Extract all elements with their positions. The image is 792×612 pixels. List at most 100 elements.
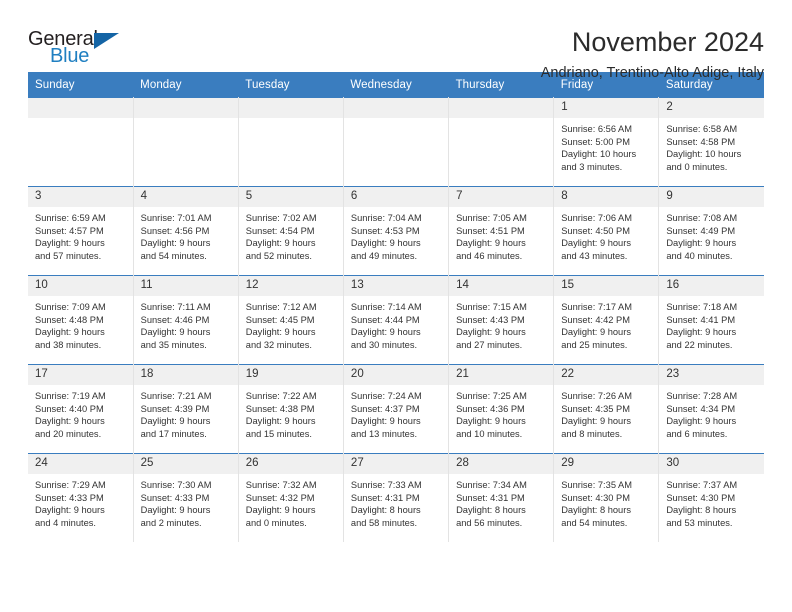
day-cell[interactable]: 29 Sunrise: 7:35 AM Sunset: 4:30 PM Dayl…	[553, 453, 660, 542]
day-cell[interactable]: 24 Sunrise: 7:29 AM Sunset: 4:33 PM Dayl…	[28, 453, 134, 542]
day-cell[interactable]: 2 Sunrise: 6:58 AM Sunset: 4:58 PM Dayli…	[658, 97, 764, 187]
day-number	[133, 98, 238, 118]
sunrise-text: Sunrise: 6:56 AM	[561, 124, 633, 134]
sunrise-text: Sunrise: 7:14 AM	[350, 302, 422, 312]
day-number: 2	[659, 98, 764, 118]
day-cell[interactable]: 8 Sunrise: 7:06 AM Sunset: 4:50 PM Dayli…	[553, 186, 660, 276]
sunrise-text: Sunrise: 7:26 AM	[561, 391, 633, 401]
day-cell[interactable]: 28 Sunrise: 7:34 AM Sunset: 4:31 PM Dayl…	[448, 453, 555, 542]
day-details: Sunrise: 7:15 AM Sunset: 4:43 PM Dayligh…	[449, 296, 553, 351]
sunrise-text: Sunrise: 7:25 AM	[456, 391, 527, 401]
week-row: 10 Sunrise: 7:09 AM Sunset: 4:48 PM Dayl…	[28, 275, 764, 365]
day-cell[interactable]: 10 Sunrise: 7:09 AM Sunset: 4:48 PM Dayl…	[28, 275, 134, 365]
sunrise-text: Sunrise: 7:04 AM	[350, 213, 422, 223]
day-cell[interactable]: 18 Sunrise: 7:21 AM Sunset: 4:39 PM Dayl…	[133, 364, 239, 454]
sunrise-text: Sunrise: 7:33 AM	[350, 480, 422, 490]
daylight-text-line1: Daylight: 9 hours	[35, 505, 105, 516]
day-details: Sunrise: 7:35 AM Sunset: 4:30 PM Dayligh…	[554, 474, 658, 529]
day-number: 3	[28, 187, 133, 207]
daylight-text-line1: Daylight: 9 hours	[666, 327, 737, 338]
sunrise-text: Sunrise: 7:01 AM	[140, 213, 212, 223]
daylight-text-line2: and 40 minutes.	[666, 250, 733, 261]
day-cell[interactable]: 13 Sunrise: 7:14 AM Sunset: 4:44 PM Dayl…	[343, 275, 450, 365]
day-details: Sunrise: 7:06 AM Sunset: 4:50 PM Dayligh…	[554, 207, 658, 262]
day-details: Sunrise: 7:30 AM Sunset: 4:33 PM Dayligh…	[134, 474, 238, 529]
day-details: Sunrise: 6:59 AM Sunset: 4:57 PM Dayligh…	[28, 207, 133, 262]
day-details: Sunrise: 7:34 AM Sunset: 4:31 PM Dayligh…	[449, 474, 553, 529]
day-cell[interactable]: 25 Sunrise: 7:30 AM Sunset: 4:33 PM Dayl…	[133, 453, 239, 542]
daylight-text-line1: Daylight: 9 hours	[35, 327, 105, 338]
day-cell[interactable]	[343, 97, 450, 187]
day-cell[interactable]: 6 Sunrise: 7:04 AM Sunset: 4:53 PM Dayli…	[343, 186, 450, 276]
daylight-text-line2: and 4 minutes.	[35, 517, 96, 528]
daylight-text-line2: and 0 minutes.	[666, 161, 728, 172]
day-cell[interactable]: 26 Sunrise: 7:32 AM Sunset: 4:32 PM Dayl…	[238, 453, 344, 542]
day-number: 24	[28, 454, 133, 474]
day-cell[interactable]: 14 Sunrise: 7:15 AM Sunset: 4:43 PM Dayl…	[448, 275, 555, 365]
day-cell[interactable]: 30 Sunrise: 7:37 AM Sunset: 4:30 PM Dayl…	[658, 453, 764, 542]
day-cell[interactable]: 20 Sunrise: 7:24 AM Sunset: 4:37 PM Dayl…	[343, 364, 450, 454]
sunrise-text: Sunrise: 7:34 AM	[456, 480, 527, 490]
day-cell[interactable]: 16 Sunrise: 7:18 AM Sunset: 4:41 PM Dayl…	[658, 275, 764, 365]
sunset-text: Sunset: 4:49 PM	[666, 225, 736, 236]
day-details: Sunrise: 6:58 AM Sunset: 4:58 PM Dayligh…	[659, 118, 764, 173]
sunrise-text: Sunrise: 7:21 AM	[140, 391, 212, 401]
day-cell[interactable]	[238, 97, 344, 187]
sunrise-text: Sunrise: 7:29 AM	[35, 480, 106, 490]
sunset-text: Sunset: 4:58 PM	[666, 136, 736, 147]
day-cell[interactable]: 15 Sunrise: 7:17 AM Sunset: 4:42 PM Dayl…	[553, 275, 660, 365]
weekday-header-sunday: Sunday	[28, 72, 134, 98]
day-cell[interactable]: 11 Sunrise: 7:11 AM Sunset: 4:46 PM Dayl…	[133, 275, 239, 365]
day-details: Sunrise: 7:08 AM Sunset: 4:49 PM Dayligh…	[659, 207, 764, 262]
sunset-text: Sunset: 4:50 PM	[561, 225, 630, 236]
daylight-text-line2: and 57 minutes.	[35, 250, 102, 261]
day-cell[interactable]	[448, 97, 555, 187]
sunset-text: Sunset: 4:33 PM	[140, 492, 210, 503]
daylight-text-line1: Daylight: 9 hours	[140, 238, 211, 249]
daylight-text-line1: Daylight: 9 hours	[350, 416, 421, 427]
day-number: 15	[554, 276, 659, 296]
sunset-text: Sunset: 4:32 PM	[245, 492, 315, 503]
generalblue-logo[interactable]: General Blue	[28, 26, 140, 72]
day-cell[interactable]: 1 Sunrise: 6:56 AM Sunset: 5:00 PM Dayli…	[553, 97, 660, 187]
sunset-text: Sunset: 4:48 PM	[35, 314, 104, 325]
sunset-text: Sunset: 4:41 PM	[666, 314, 736, 325]
day-number: 20	[343, 365, 449, 385]
sunrise-text: Sunrise: 7:12 AM	[245, 302, 317, 312]
day-number: 14	[449, 276, 554, 296]
daylight-text-line2: and 54 minutes.	[140, 250, 207, 261]
day-details: Sunrise: 7:04 AM Sunset: 4:53 PM Dayligh…	[344, 207, 448, 262]
day-cell[interactable]: 19 Sunrise: 7:22 AM Sunset: 4:38 PM Dayl…	[238, 364, 344, 454]
day-number: 26	[238, 454, 343, 474]
day-number: 21	[449, 365, 554, 385]
sunset-text: Sunset: 4:35 PM	[561, 403, 630, 414]
day-details: Sunrise: 7:25 AM Sunset: 4:36 PM Dayligh…	[449, 385, 553, 440]
week-row: 1 Sunrise: 6:56 AM Sunset: 5:00 PM Dayli…	[28, 97, 764, 187]
daylight-text-line1: Daylight: 9 hours	[561, 238, 631, 249]
daylight-text-line2: and 54 minutes.	[561, 517, 628, 528]
sunrise-text: Sunrise: 7:02 AM	[245, 213, 317, 223]
day-cell[interactable]: 9 Sunrise: 7:08 AM Sunset: 4:49 PM Dayli…	[658, 186, 764, 276]
day-cell[interactable]: 17 Sunrise: 7:19 AM Sunset: 4:40 PM Dayl…	[28, 364, 134, 454]
day-number: 7	[449, 187, 554, 207]
day-number: 18	[133, 365, 238, 385]
day-number: 10	[28, 276, 133, 296]
daylight-text-line2: and 0 minutes.	[245, 517, 307, 528]
day-cell[interactable]: 5 Sunrise: 7:02 AM Sunset: 4:54 PM Dayli…	[238, 186, 344, 276]
day-cell[interactable]	[133, 97, 239, 187]
daylight-text-line2: and 22 minutes.	[666, 339, 733, 350]
day-cell[interactable]: 21 Sunrise: 7:25 AM Sunset: 4:36 PM Dayl…	[448, 364, 555, 454]
day-number	[343, 98, 449, 118]
day-cell[interactable]	[28, 97, 134, 187]
day-cell[interactable]: 3 Sunrise: 6:59 AM Sunset: 4:57 PM Dayli…	[28, 186, 134, 276]
day-cell[interactable]: 4 Sunrise: 7:01 AM Sunset: 4:56 PM Dayli…	[133, 186, 239, 276]
day-cell[interactable]: 22 Sunrise: 7:26 AM Sunset: 4:35 PM Dayl…	[553, 364, 660, 454]
day-cell[interactable]: 7 Sunrise: 7:05 AM Sunset: 4:51 PM Dayli…	[448, 186, 555, 276]
day-cell[interactable]: 23 Sunrise: 7:28 AM Sunset: 4:34 PM Dayl…	[658, 364, 764, 454]
daylight-text-line1: Daylight: 9 hours	[245, 416, 316, 427]
day-number	[28, 98, 133, 118]
day-details: Sunrise: 7:01 AM Sunset: 4:56 PM Dayligh…	[134, 207, 238, 262]
day-cell[interactable]: 27 Sunrise: 7:33 AM Sunset: 4:31 PM Dayl…	[343, 453, 450, 542]
day-cell[interactable]: 12 Sunrise: 7:12 AM Sunset: 4:45 PM Dayl…	[238, 275, 344, 365]
sunrise-sunset-calendar: Sunday Monday Tuesday Wednesday Thursday…	[28, 72, 764, 542]
